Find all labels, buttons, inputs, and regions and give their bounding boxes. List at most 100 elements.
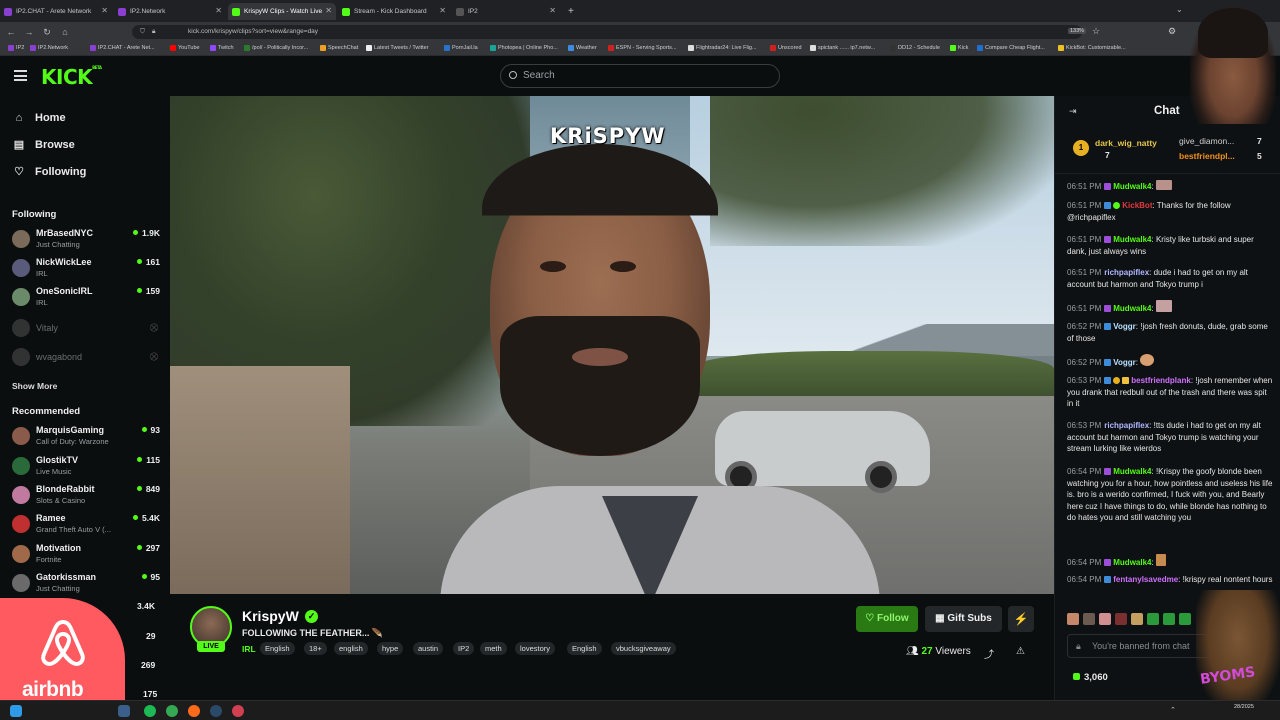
zoom-level[interactable]: 133%: [1068, 28, 1087, 34]
sidebar-channel-vitaly[interactable]: Vitaly ⛒: [12, 315, 162, 341]
message-user[interactable]: fentanylsavedme: [1113, 575, 1178, 584]
browser-tab-krispyw[interactable]: KrispyW Clips - Watch Live ✕: [228, 3, 336, 20]
stream-tag[interactable]: austin: [413, 642, 444, 655]
bookmark-item[interactable]: KickBot: Customizable...: [1058, 45, 1126, 51]
stream-tag[interactable]: meth: [480, 642, 507, 655]
bookmark-item[interactable]: YouTube: [170, 45, 200, 51]
bookmark-item[interactable]: IP2.CHAT - Arete Net...: [90, 45, 155, 51]
show-more-button[interactable]: Show More: [12, 381, 57, 391]
taskbar-app-icon[interactable]: [118, 705, 130, 717]
browser-tab-kick-dashboard[interactable]: Stream - Kick Dashboard ✕: [338, 3, 450, 20]
sidebar-channel-marquisgaming[interactable]: MarquisGaming Call of Duty: Warzone 93: [12, 423, 162, 449]
sidebar-channel-blonderabbit[interactable]: BlondeRabbit Slots & Casino 849: [12, 482, 162, 508]
bookmark-item[interactable]: Unscored: [770, 45, 802, 51]
nav-browse[interactable]: ▤ Browse: [12, 138, 75, 152]
channel-points[interactable]: 3,060: [1073, 672, 1108, 683]
gifter-name[interactable]: bestfriendpl...: [1179, 151, 1235, 161]
emote-button[interactable]: [1179, 613, 1191, 625]
bookmark-item[interactable]: Kick: [950, 45, 968, 51]
sidebar-channel-mrbasednyc[interactable]: MrBasedNYC Just Chatting 1.9K: [12, 226, 162, 252]
sidebar-channel-nickwicklee[interactable]: NickWickLee IRL 161: [12, 255, 162, 281]
bookmark-item[interactable]: spictank ...... ip7.netw...: [810, 45, 875, 51]
tab-list-chevron-icon[interactable]: ⌄: [1176, 5, 1183, 14]
stream-tag[interactable]: IP2: [453, 642, 475, 655]
message-user[interactable]: Voggr: [1113, 358, 1136, 367]
nav-following[interactable]: ♡ Following: [12, 165, 86, 179]
emote-button[interactable]: [1147, 613, 1159, 625]
video-player[interactable]: KRiSPYW: [170, 96, 1054, 594]
close-tab-icon[interactable]: ✕: [101, 6, 108, 15]
collapse-chat-icon[interactable]: ⇥: [1069, 106, 1077, 117]
stream-tag[interactable]: 18+: [304, 642, 327, 655]
bookmark-item[interactable]: /pol/ - Politically Incor...: [244, 45, 308, 51]
message-user[interactable]: Mudwalk4: [1113, 558, 1151, 567]
stream-category[interactable]: IRL: [242, 644, 256, 654]
spotify-icon[interactable]: [144, 705, 156, 717]
chrome-icon[interactable]: [166, 705, 178, 717]
new-tab-button[interactable]: +: [564, 3, 580, 20]
message-user[interactable]: Mudwalk4: [1113, 467, 1151, 476]
emote-button[interactable]: [1115, 613, 1127, 625]
emote-button[interactable]: [1083, 613, 1095, 625]
bookmark-item[interactable]: PornJail.la: [444, 45, 478, 51]
browser-tab-ip2chat[interactable]: IP2.CHAT - Arete Network ✕: [0, 3, 112, 20]
back-arrow-icon[interactable]: ←: [4, 25, 18, 39]
bookmark-item[interactable]: Latest Tweets / Twitter: [366, 45, 429, 51]
bookmark-item[interactable]: Twitch: [210, 45, 234, 51]
emote-button[interactable]: [1067, 613, 1079, 625]
close-tab-icon[interactable]: ✕: [549, 6, 556, 15]
stream-tag[interactable]: English: [260, 642, 295, 655]
bookmark-star-icon[interactable]: ☆: [1092, 26, 1100, 37]
home-browser-icon[interactable]: ⌂: [58, 25, 72, 39]
gifter-name[interactable]: dark_wig_natty: [1095, 138, 1157, 148]
stream-tag[interactable]: hype: [377, 642, 404, 655]
nav-home[interactable]: ⌂ Home: [12, 112, 66, 124]
gift-subs-button[interactable]: ▦ Gift Subs: [925, 606, 1002, 632]
report-icon[interactable]: ⚠: [1016, 646, 1025, 657]
browser-tab-ip2network[interactable]: IP2.Network ✕: [114, 3, 226, 20]
bookmark-item[interactable]: Compare Cheap Flight...: [977, 45, 1045, 51]
sidebar-channel-wvagabond[interactable]: wvagabond ⛒: [12, 344, 162, 370]
search-input[interactable]: Search: [500, 64, 780, 88]
system-tray-icon[interactable]: ⌃: [1170, 706, 1176, 714]
close-tab-icon[interactable]: ✕: [325, 6, 332, 15]
emote-button[interactable]: [1099, 613, 1111, 625]
browser-tab-ip2[interactable]: IP2 ✕: [452, 3, 560, 20]
sidebar-channel-onesonicirl[interactable]: OneSonicIRL IRL 159: [12, 284, 162, 310]
message-user[interactable]: Mudwalk4: [1113, 235, 1151, 244]
message-user[interactable]: richpapiflex: [1104, 421, 1149, 430]
stream-tag[interactable]: english: [334, 642, 368, 655]
bookmark-item[interactable]: SpeechChat: [320, 45, 358, 51]
bookmark-item[interactable]: IP2: [8, 45, 24, 51]
bookmark-item[interactable]: Weather: [568, 45, 597, 51]
follow-button[interactable]: ♡ Follow: [856, 606, 918, 632]
message-user[interactable]: bestfriendplank: [1131, 376, 1191, 385]
emote-button[interactable]: [1163, 613, 1175, 625]
windows-start-icon[interactable]: [10, 705, 22, 717]
gifter-name[interactable]: give_diamon...: [1179, 136, 1234, 146]
stream-tag[interactable]: lovestory: [515, 642, 556, 655]
firefox-icon[interactable]: [188, 705, 200, 717]
stream-tag[interactable]: English: [567, 642, 602, 655]
message-user[interactable]: Mudwalk4: [1113, 304, 1151, 313]
sidebar-channel-ramee[interactable]: Ramee Grand Theft Auto V (... 5.4K: [12, 511, 162, 537]
message-user[interactable]: richpapiflex: [1104, 268, 1149, 277]
obs-icon[interactable]: [232, 705, 244, 717]
sidebar-channel-motivation[interactable]: Motivation Fortnite 297: [12, 541, 162, 567]
message-user[interactable]: Mudwalk4: [1113, 182, 1151, 191]
share-icon[interactable]: ⤴: [984, 646, 994, 661]
more-options-button[interactable]: ⚡: [1008, 606, 1034, 632]
close-tab-icon[interactable]: ✕: [215, 6, 222, 15]
sidebar-channel-glostiktv[interactable]: GlostikTV Live Music 115: [12, 453, 162, 479]
extension-icon[interactable]: ⚙: [1168, 26, 1176, 37]
forward-arrow-icon[interactable]: →: [22, 25, 36, 39]
address-bar[interactable]: ⛉ 🔒︎ kick.com/krispyw/clips?sort=view&ra…: [132, 25, 1082, 39]
channel-name[interactable]: KrispyW: [242, 608, 299, 624]
menu-icon[interactable]: [14, 70, 27, 81]
bookmark-item[interactable]: Flightradar24: Live Flig...: [688, 45, 757, 51]
reload-icon[interactable]: ↻: [40, 25, 54, 39]
steam-icon[interactable]: [210, 705, 222, 717]
bookmark-item[interactable]: ESPN - Serving Sports...: [608, 45, 677, 51]
bookmark-item[interactable]: IP2.Network: [30, 45, 68, 51]
close-tab-icon[interactable]: ✕: [439, 6, 446, 15]
